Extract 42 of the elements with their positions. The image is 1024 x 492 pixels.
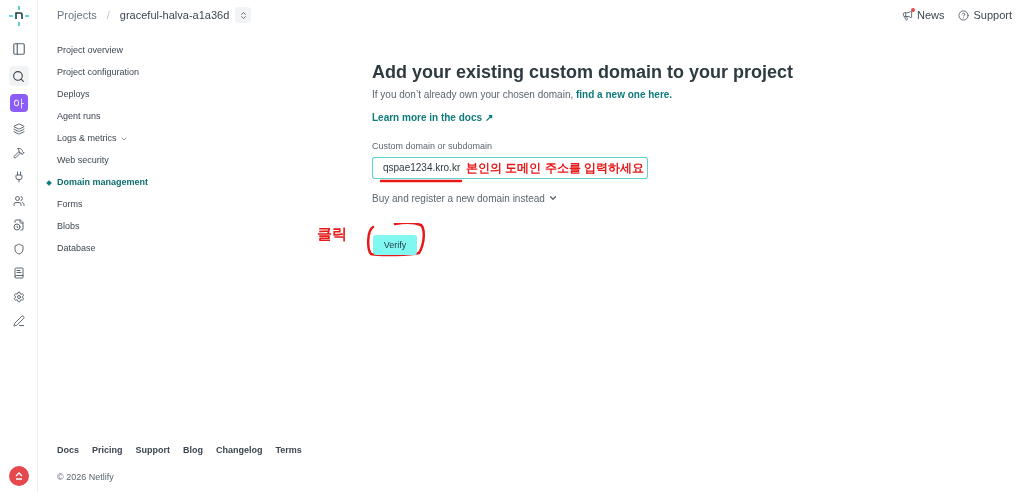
chevron-icon (119, 135, 128, 143)
footer-link[interactable]: Pricing (92, 444, 123, 458)
search-icon[interactable] (8, 66, 29, 86)
nav-item[interactable]: Domain management (57, 176, 149, 190)
team-avatar[interactable]: 아 (9, 94, 28, 112)
docs-link[interactable]: Learn more in the docs ↗ (372, 110, 493, 125)
verify-button[interactable]: Verify (373, 235, 417, 256)
nav-item[interactable]: Deploys (57, 88, 90, 102)
circle-mark (365, 222, 427, 257)
up-down-chevron-icon (238, 10, 248, 20)
footer-link[interactable]: Docs (57, 444, 79, 458)
eject-icon (13, 471, 24, 481)
field-label: Custom domain or subdomain (372, 140, 493, 153)
copyright-text: © 2026 Netlify (57, 470, 115, 484)
megaphone-icon[interactable] (901, 9, 913, 21)
nav-item[interactable]: Forms (57, 198, 83, 212)
project-name[interactable]: graceful-halva-a1a36d (119, 6, 230, 24)
footer-link[interactable]: Terms (275, 444, 302, 458)
footer-link[interactable]: Blog (183, 444, 204, 458)
buy-domain-toggle[interactable]: Buy and register a new domain instead (372, 190, 558, 206)
nav-item[interactable]: Project overview (57, 44, 124, 58)
header-link[interactable]: Support (973, 6, 1012, 24)
nav-item[interactable]: Agent runs (57, 110, 101, 124)
user-avatar[interactable] (8, 466, 29, 486)
nav-item[interactable]: Project configuration (57, 66, 140, 80)
nav-item[interactable]: Logs & metrics (57, 132, 117, 146)
annotation-text: 클릭 (317, 223, 347, 244)
footer-link[interactable]: Support (135, 444, 171, 458)
help-icon[interactable] (958, 9, 970, 21)
logo-icon[interactable] (8, 6, 29, 26)
project-switcher[interactable] (235, 7, 252, 23)
projects-link[interactable]: Projects (57, 6, 97, 24)
chevron-icon (547, 193, 558, 203)
breadcrumb-separator: / (106, 7, 110, 23)
intro-text: If you don’t already own your chosen domain, find a new one here. (372, 88, 673, 102)
nav-item[interactable]: Blobs (57, 220, 80, 234)
footer-link[interactable]: Changelog (216, 444, 263, 458)
page-title: Add your existing custom domain to your project (372, 61, 794, 84)
find-domain-link[interactable]: find a new one here. (576, 89, 673, 100)
nav-item[interactable]: Web security (57, 154, 109, 168)
nav-item[interactable]: Database (57, 242, 96, 256)
header-link[interactable]: News (916, 6, 945, 24)
